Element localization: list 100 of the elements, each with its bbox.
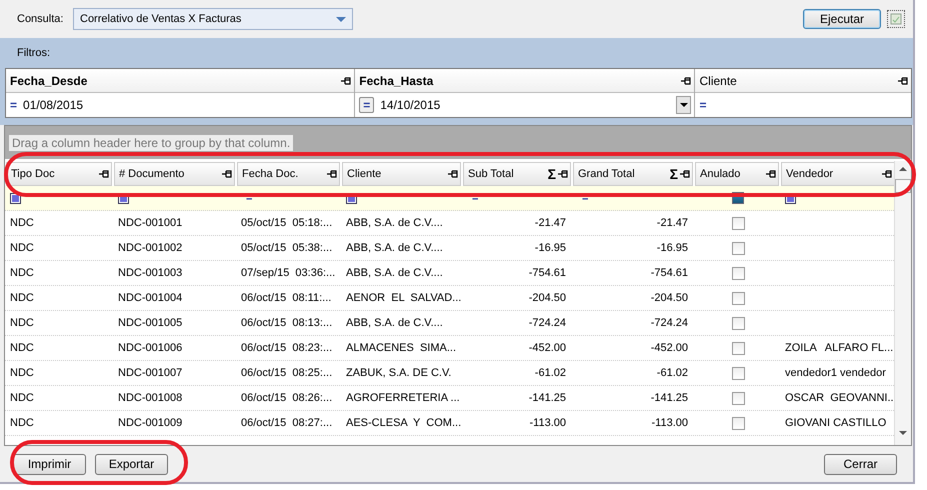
column-header[interactable]: Grand Total Σ bbox=[573, 162, 693, 186]
group-hint: Drag a column header here to group by that column. bbox=[9, 134, 294, 150]
table-cell-text: 06/oct/15 08:26:... bbox=[240, 392, 334, 404]
table-cell-text: ZOILA ALFARO FL... bbox=[784, 342, 894, 354]
table-cell-text: -204.50 bbox=[528, 292, 567, 304]
column-header[interactable]: Vendedor bbox=[781, 162, 894, 186]
table-cell-text: vendedor1 vendedor bbox=[784, 367, 887, 379]
table-cell-text: NDC bbox=[9, 417, 35, 429]
table-cell-text: ABB, S.A. de C.V.... bbox=[345, 242, 444, 254]
table-cell-text: 06/oct/15 08:27:... bbox=[240, 417, 334, 429]
table-cell-text: -724.24 bbox=[650, 317, 689, 329]
dropdown-button[interactable] bbox=[676, 96, 692, 114]
table-cell-text: NDC bbox=[9, 292, 35, 304]
column-header[interactable]: Cliente bbox=[342, 162, 461, 186]
filter-label: Fecha_Desde bbox=[10, 74, 88, 88]
table-cell-text: NDC-001009 bbox=[117, 417, 184, 429]
table-cell-text: ZABUK, S.A. DE C.V. bbox=[345, 367, 452, 379]
checkbox[interactable] bbox=[732, 416, 745, 430]
scrollbar[interactable] bbox=[894, 161, 911, 445]
table-cell-text: AENOR EL SALVAD... bbox=[345, 292, 462, 304]
checkbox[interactable] bbox=[732, 216, 745, 230]
table-cell-text: 07/sep/15 03:36:... bbox=[240, 267, 336, 279]
pin-icon[interactable] bbox=[327, 170, 337, 178]
footer-button[interactable]: Exportar bbox=[95, 454, 168, 474]
operator-button[interactable]: = bbox=[10, 98, 18, 112]
pin-icon[interactable] bbox=[222, 170, 232, 178]
table-cell-text: -61.02 bbox=[656, 367, 689, 379]
checkbox[interactable] bbox=[732, 242, 745, 254]
table-cell-text: NDC bbox=[9, 242, 35, 254]
table-cell-text: 05/oct/15 05:18:... bbox=[240, 217, 334, 229]
table-cell-text: NDC bbox=[9, 317, 35, 329]
table-cell-text: -61.02 bbox=[534, 367, 567, 379]
query-dropdown[interactable]: Correlativo de Ventas X Facturas bbox=[73, 8, 353, 30]
table-cell-text: NDC-001005 bbox=[117, 317, 184, 329]
table-cell-text: -141.25 bbox=[528, 392, 567, 404]
table-cell-text: NDC-001006 bbox=[117, 342, 184, 354]
pin-icon[interactable] bbox=[341, 76, 352, 84]
tool-button[interactable] bbox=[887, 10, 905, 28]
pin-icon[interactable] bbox=[680, 170, 690, 178]
table-cell-text: -113.00 bbox=[650, 417, 689, 429]
sum-button[interactable]: Σ bbox=[548, 166, 556, 182]
table-cell-text: -754.61 bbox=[528, 267, 567, 279]
checkbox[interactable] bbox=[732, 366, 745, 380]
column-header[interactable]: Sub Total Σ bbox=[463, 162, 571, 186]
column-header[interactable]: Tipo Doc bbox=[6, 162, 112, 186]
sum-button[interactable]: Σ bbox=[670, 166, 678, 182]
operator-button[interactable]: = bbox=[359, 97, 374, 113]
filter-label: Cliente bbox=[699, 74, 737, 88]
column-header[interactable]: Fecha Doc. bbox=[237, 162, 340, 186]
table-cell-text: NDC bbox=[9, 342, 35, 354]
pin-icon[interactable] bbox=[898, 76, 908, 84]
checkbox[interactable] bbox=[732, 316, 745, 330]
table-cell-text: 05/oct/15 05:38:... bbox=[240, 242, 334, 254]
table-cell-text: NDC-001001 bbox=[117, 217, 184, 229]
filter-value[interactable]: 14/10/2015 bbox=[380, 98, 440, 112]
table-cell-text: NDC-001002 bbox=[117, 242, 184, 254]
table-cell-text: 06/oct/15 08:25:... bbox=[240, 367, 334, 379]
table-cell-text: 06/oct/15 08:23:... bbox=[240, 342, 334, 354]
table-cell-text: ABB, S.A. de C.V.... bbox=[345, 267, 444, 279]
table-cell-text: -141.25 bbox=[650, 392, 689, 404]
column-header[interactable]: Anulado bbox=[695, 162, 779, 186]
table-cell-text: NDC bbox=[9, 217, 35, 229]
table-cell-text: ABB, S.A. de C.V.... bbox=[345, 317, 444, 329]
pin-icon[interactable] bbox=[558, 170, 568, 178]
filters-label: Filtros: bbox=[17, 47, 50, 59]
table-cell-text: -16.95 bbox=[656, 242, 689, 254]
pin-icon[interactable] bbox=[766, 170, 776, 178]
table-cell-text: NDC-001004 bbox=[117, 292, 184, 304]
footer-button[interactable]: Cerrar bbox=[824, 454, 897, 474]
table-cell-text: 06/oct/15 08:11:... bbox=[240, 292, 332, 304]
table-cell-text: NDC bbox=[9, 267, 35, 279]
table-cell-text: NDC-001008 bbox=[117, 392, 184, 404]
pin-icon[interactable] bbox=[99, 170, 109, 178]
table-cell-text: -21.47 bbox=[656, 217, 689, 229]
table-cell-text: -204.50 bbox=[650, 292, 689, 304]
footer-button[interactable]: Imprimir bbox=[13, 454, 86, 474]
run-button[interactable]: Ejecutar bbox=[803, 9, 881, 29]
pin-icon[interactable] bbox=[882, 170, 892, 178]
checkbox[interactable] bbox=[732, 392, 745, 404]
pin-icon[interactable] bbox=[448, 170, 458, 178]
filter-label: Fecha_Hasta bbox=[359, 74, 434, 88]
table-cell-text: AES-CLESA Y COM... bbox=[345, 417, 462, 429]
table-cell-text: -452.00 bbox=[528, 342, 567, 354]
checkbox[interactable] bbox=[732, 342, 745, 354]
filter-value[interactable]: 01/08/2015 bbox=[23, 98, 84, 112]
table-cell-text: GIOVANI CASTILLO bbox=[784, 417, 888, 429]
operator-button[interactable]: = bbox=[699, 98, 706, 112]
table-cell-text: AGROFERRETERIA ... bbox=[345, 392, 461, 404]
table-cell-text: 06/oct/15 08:13:... bbox=[240, 317, 334, 329]
table-cell-text: -21.47 bbox=[534, 217, 567, 229]
column-header[interactable]: # Documento bbox=[114, 162, 235, 186]
pin-icon[interactable] bbox=[681, 76, 692, 84]
table-cell-text: -113.00 bbox=[528, 417, 567, 429]
checkbox[interactable] bbox=[732, 266, 745, 280]
table-cell-text: ABB, S.A. de C.V.... bbox=[345, 217, 444, 229]
table-cell-text: -16.95 bbox=[534, 242, 567, 254]
table-cell-text: -452.00 bbox=[650, 342, 689, 354]
table-cell-text: OSCAR GEOVANNI... bbox=[784, 392, 894, 404]
checkbox[interactable] bbox=[732, 292, 745, 304]
table-cell-text: NDC bbox=[9, 367, 35, 379]
